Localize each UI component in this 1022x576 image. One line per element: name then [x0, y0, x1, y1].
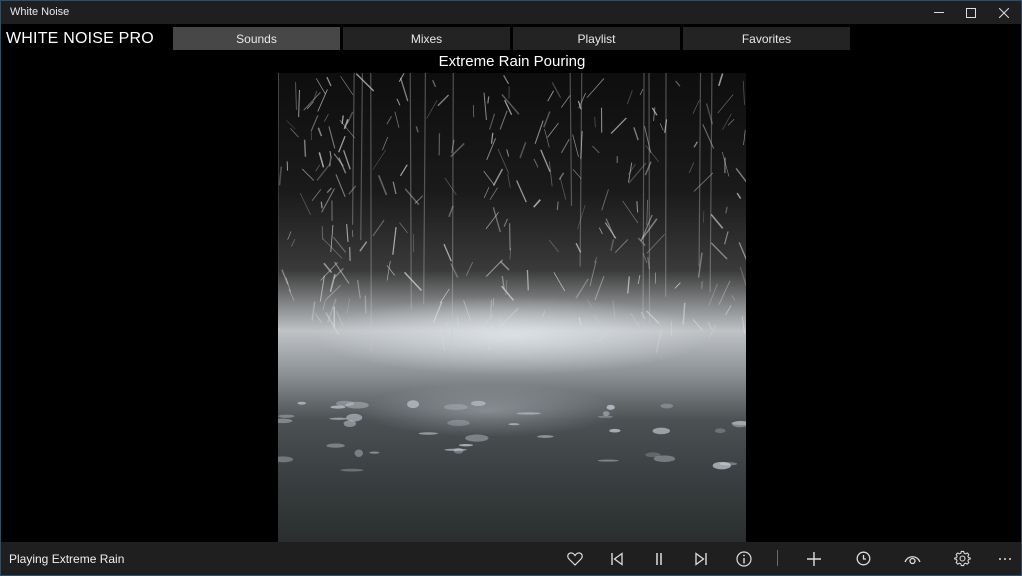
add-button[interactable]	[794, 542, 834, 575]
next-button[interactable]	[681, 542, 721, 575]
rain-streaks	[278, 73, 746, 472]
bottom-app-bar: Playing Extreme Rain	[1, 542, 1021, 575]
skip-previous-icon	[611, 551, 623, 566]
maximize-icon	[965, 7, 976, 18]
pause-icon	[656, 552, 662, 565]
eye-icon	[903, 555, 921, 564]
tab-bar: Sounds Mixes Playlist Favorites	[173, 27, 850, 50]
gear-icon	[953, 550, 971, 567]
plus-icon	[807, 551, 821, 566]
view-button[interactable]	[892, 542, 932, 575]
more-icon	[999, 557, 1011, 560]
minimize-button[interactable]	[922, 1, 955, 24]
sound-artwork	[278, 73, 746, 542]
heart-icon	[567, 551, 583, 566]
timer-button[interactable]	[843, 542, 883, 575]
close-icon	[998, 7, 1009, 18]
skip-next-icon	[695, 551, 707, 566]
info-button[interactable]	[724, 542, 764, 575]
tab-favorites[interactable]: Favorites	[683, 27, 850, 50]
app-name: WHITE NOISE PRO	[6, 30, 154, 47]
sound-title: Extreme Rain Pouring	[438, 53, 586, 70]
playback-status: Playing Extreme Rain	[9, 552, 125, 566]
tab-sounds[interactable]: Sounds	[173, 27, 340, 50]
close-button[interactable]	[987, 1, 1020, 24]
tab-playlist[interactable]: Playlist	[513, 27, 680, 50]
window-title: White Noise	[10, 6, 70, 18]
minimize-icon	[933, 12, 944, 13]
settings-button[interactable]	[942, 542, 982, 575]
maximize-button[interactable]	[954, 1, 987, 24]
app-window: White Noise WHITE NOISE PRO Sounds Mixes…	[0, 0, 1022, 576]
tab-mixes[interactable]: Mixes	[343, 27, 510, 50]
info-icon	[736, 550, 752, 567]
title-bar[interactable]: White Noise	[1, 1, 1021, 24]
toolbar-separator	[777, 550, 778, 566]
pause-button[interactable]	[639, 542, 679, 575]
more-button[interactable]	[985, 542, 1022, 575]
favorite-button[interactable]	[555, 542, 595, 575]
clock-icon	[856, 551, 870, 566]
previous-button[interactable]	[597, 542, 637, 575]
